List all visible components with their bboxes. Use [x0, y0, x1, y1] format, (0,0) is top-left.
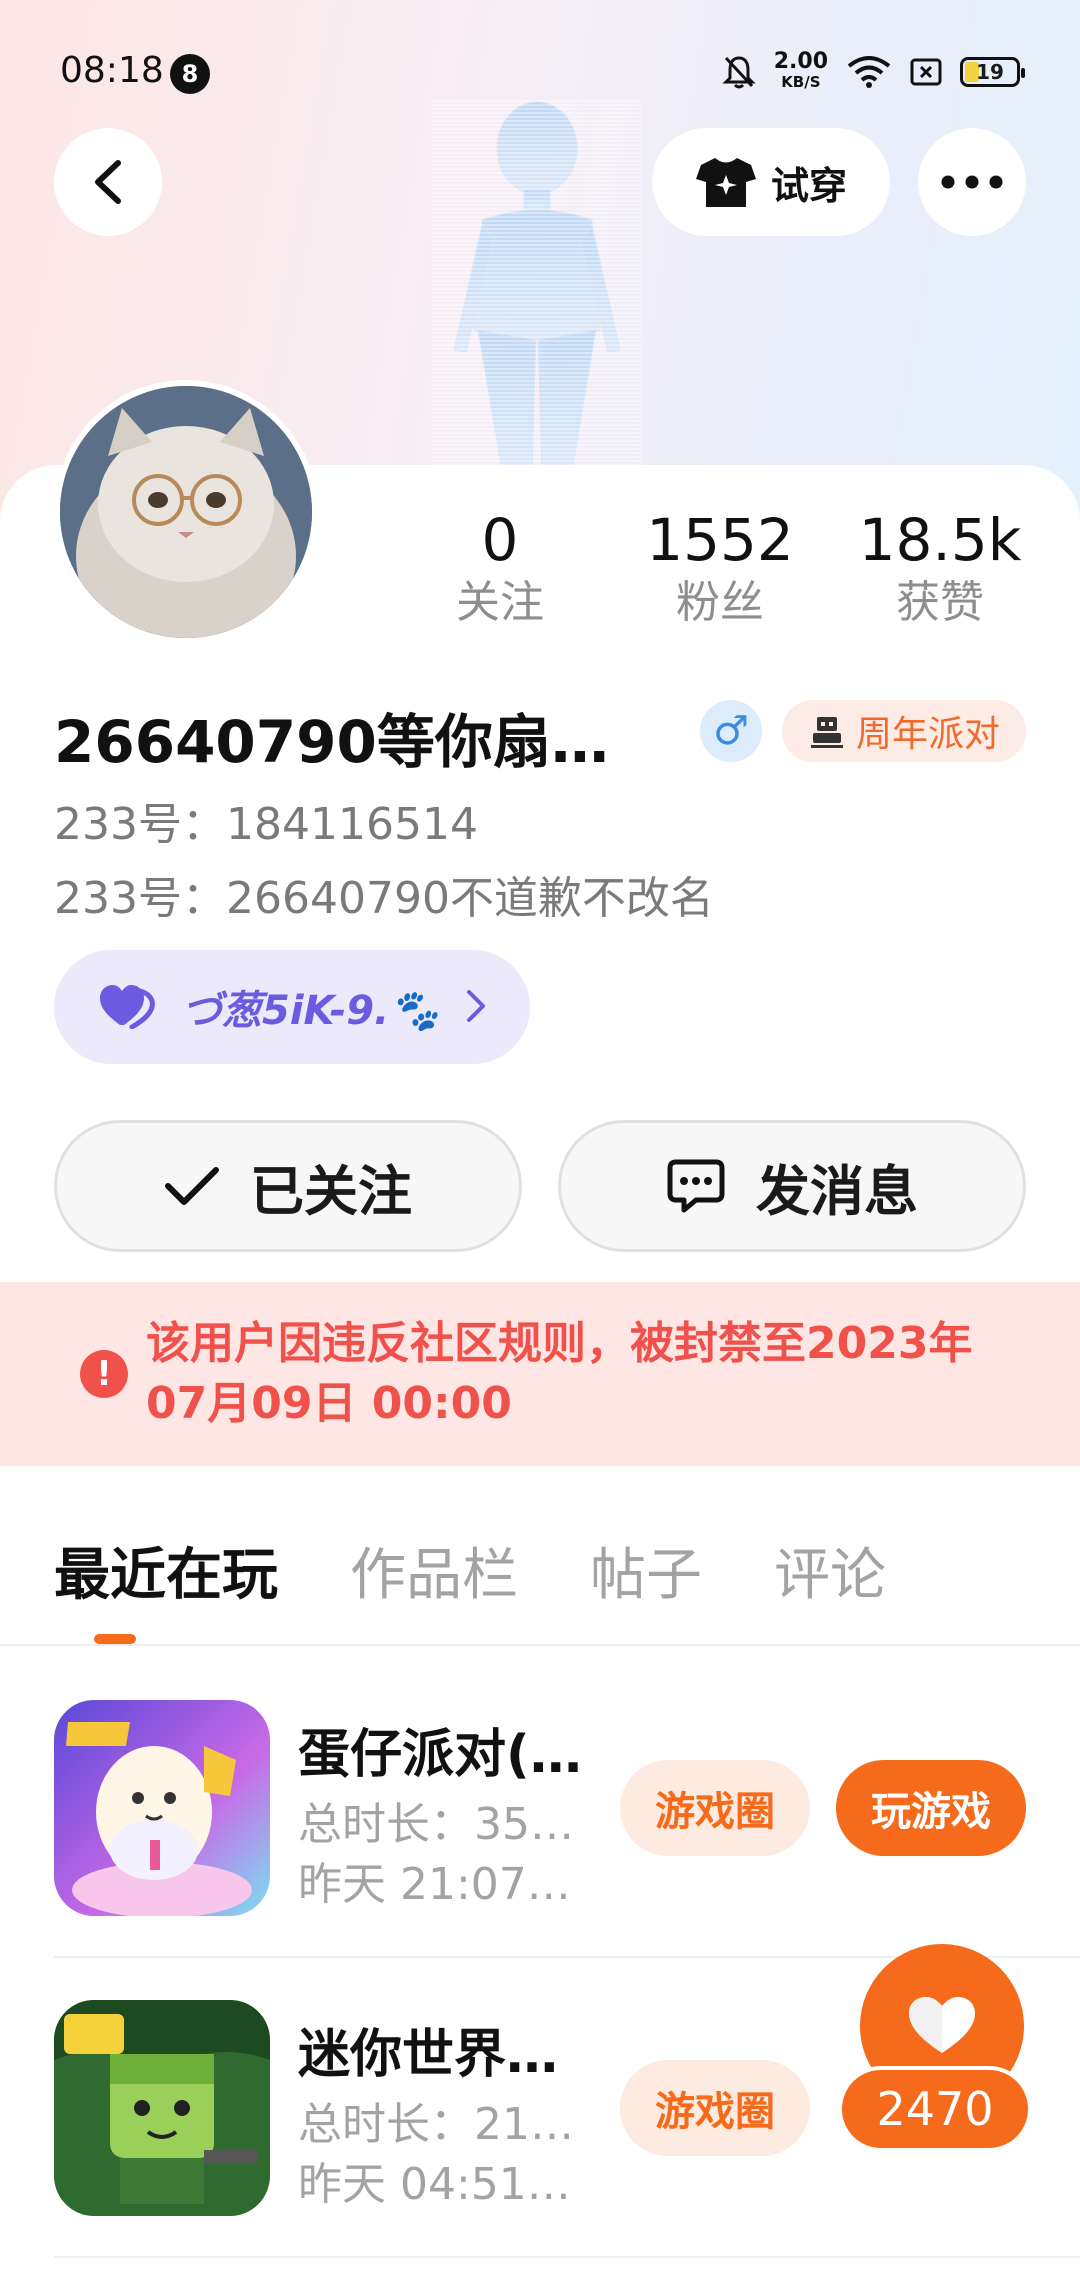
stat-following-label: 关注: [456, 577, 544, 628]
game-title: 蛋仔派对(…: [298, 1725, 582, 1785]
stat-likes[interactable]: 18.5k 获赞: [840, 505, 1040, 631]
mini-world-game-icon: [54, 2000, 270, 2216]
tab-posts[interactable]: 帖子: [590, 1530, 702, 1630]
network-speed: 2.00 KB/S: [773, 49, 828, 92]
chat-bubble-icon: [667, 1159, 725, 1213]
network-speed-unit: KB/S: [781, 73, 821, 91]
account-id-label: 233号：: [54, 799, 226, 850]
cat-avatar-image: [60, 386, 312, 638]
heart-icon: [100, 985, 155, 1029]
battery-indicator: 19: [960, 57, 1025, 87]
egg-party-game-icon: [54, 1700, 270, 1916]
shirt-icon: [695, 158, 756, 207]
send-message-label: 发消息: [756, 1159, 918, 1223]
mute-bell-icon: [722, 56, 756, 89]
like-count: 2470: [838, 2066, 1032, 2152]
stat-fans[interactable]: 1552 粉丝: [620, 505, 820, 631]
wifi-icon: [847, 56, 891, 88]
following-button[interactable]: 已关注: [54, 1120, 522, 1252]
status-time: 08:18: [60, 50, 164, 91]
tab-recent-games[interactable]: 最近在玩: [54, 1530, 278, 1630]
game-last-played: 昨天 04:51…: [298, 2159, 571, 2210]
back-button[interactable]: [54, 128, 162, 236]
profile-tabs: 最近在玩 作品栏 帖子 评论: [54, 1530, 886, 1630]
account-alias-label: 233号：: [54, 873, 226, 924]
profile-stats: 0 关注 1552 粉丝 18.5k 获赞: [400, 505, 1040, 631]
game-duration: 总时长：21…: [298, 2099, 574, 2150]
stat-following[interactable]: 0 关注: [400, 505, 600, 631]
chevron-left-icon: [95, 160, 121, 204]
account-alias-value: 26640790不道歉不改名: [225, 873, 714, 924]
sim-disabled-icon: [910, 58, 942, 86]
more-options-button[interactable]: [918, 128, 1026, 236]
account-id-value: 184116514: [225, 799, 478, 850]
game-circle-button[interactable]: 游戏圈: [620, 2060, 810, 2156]
try-on-button[interactable]: 试穿: [652, 128, 890, 236]
warning-icon: !: [80, 1350, 128, 1398]
chevron-right-icon: [467, 990, 485, 1022]
stat-likes-label: 获赞: [896, 577, 984, 628]
battery-level: 19: [976, 60, 1004, 84]
list-item[interactable]: 蛋仔派对(… 总时长：35… 昨天 21:07… 游戏圈 玩游戏: [0, 1690, 1080, 1990]
stat-likes-value: 18.5k: [858, 506, 1022, 574]
robot-icon: [810, 717, 843, 748]
account-id-line: 233号：184116514: [54, 788, 478, 852]
username: 26640790等你扇飞…: [54, 708, 654, 776]
list-divider: [54, 2256, 1080, 2258]
status-icons: 2.00 KB/S 19: [722, 49, 1025, 94]
ban-notice-text: 该用户因违反社区规则，被封禁至2023年07月09日 00:00: [146, 1318, 973, 1429]
stat-fans-value: 1552: [646, 506, 794, 574]
heart-icon: [909, 1997, 975, 2053]
tabs-divider: [0, 1644, 1080, 1646]
game-circle-button[interactable]: 游戏圈: [620, 1760, 810, 1856]
nickname-tag-text: づ葱5iK-9.🐾: [182, 988, 440, 1034]
checkmark-icon: [165, 1167, 219, 1205]
avatar-3d-figure: [432, 100, 642, 470]
notification-count-badge: 8: [170, 54, 210, 94]
active-tab-indicator: [94, 1634, 136, 1644]
following-label: 已关注: [250, 1159, 412, 1223]
game-last-played: 昨天 21:07…: [298, 1859, 571, 1910]
play-game-button[interactable]: 玩游戏: [836, 1760, 1026, 1856]
party-badge[interactable]: 周年派对: [782, 700, 1026, 762]
avatar[interactable]: [54, 380, 318, 644]
more-dots-icon: [941, 175, 1003, 189]
party-badge-label: 周年派对: [855, 714, 1000, 755]
account-alias-line: 233号：26640790不道歉不改名: [54, 862, 714, 926]
stat-fans-label: 粉丝: [676, 577, 764, 628]
status-bar: 08:18 8 2.00 KB/S 19: [0, 0, 1080, 140]
tab-comments[interactable]: 评论: [774, 1530, 886, 1630]
try-on-label: 试穿: [770, 163, 847, 208]
send-message-button[interactable]: 发消息: [558, 1120, 1026, 1252]
game-title: 迷你世界…: [298, 2025, 559, 2085]
network-speed-value: 2.00: [773, 49, 828, 74]
ban-notice-banner: ! 该用户因违反社区规则，被封禁至2023年07月09日 00:00: [0, 1282, 1080, 1466]
nickname-tag-pill[interactable]: づ葱5iK-9.🐾: [54, 950, 530, 1064]
gender-male-badge: ♂: [700, 700, 762, 762]
tab-works[interactable]: 作品栏: [350, 1530, 518, 1630]
game-duration: 总时长：35…: [298, 1799, 574, 1850]
stat-following-value: 0: [481, 506, 519, 574]
